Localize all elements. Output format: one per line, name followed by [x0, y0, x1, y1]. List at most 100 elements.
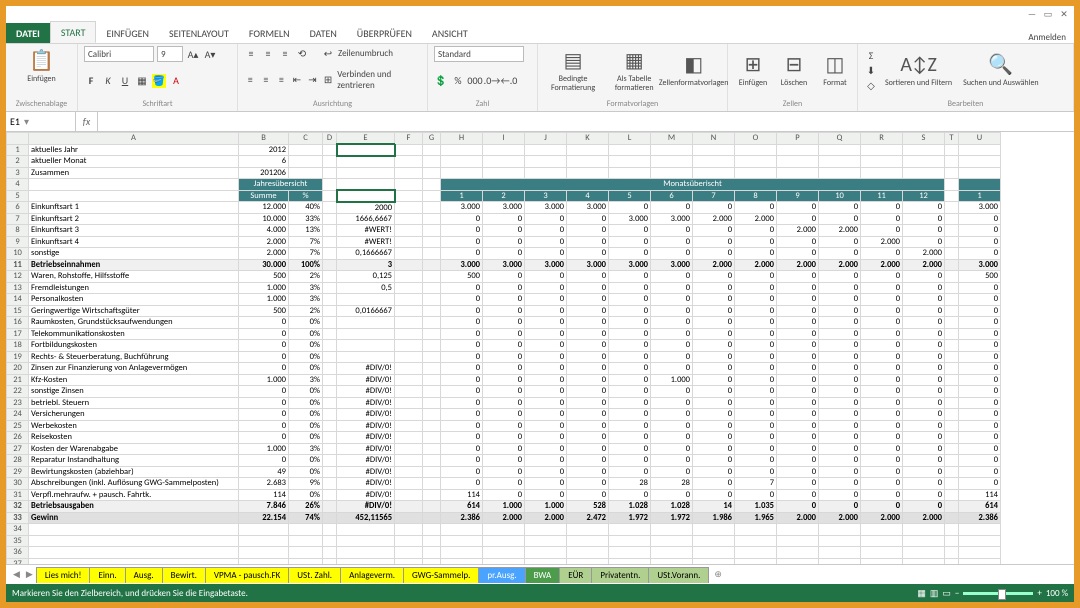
sheet-tab[interactable]: EÜR [559, 567, 592, 583]
row-header[interactable]: 30 [7, 478, 29, 490]
sort-filter-button[interactable]: A↕ZSortieren und Filtern [881, 51, 956, 90]
tab-view[interactable]: ANSICHT [422, 23, 478, 43]
col-header[interactable] [7, 133, 29, 145]
zoom-slider[interactable] [963, 592, 1033, 595]
view-break-button[interactable]: ▭ [942, 588, 951, 599]
cell[interactable]: Telekommunikationskosten [29, 328, 239, 340]
new-sheet-button[interactable]: ⊕ [708, 569, 728, 580]
sheet-tab[interactable]: pr.Ausg. [478, 567, 525, 583]
name-box[interactable]: E1▾ [6, 112, 76, 131]
col-header[interactable]: L [609, 133, 651, 145]
cell[interactable]: aktuelles Jahr [29, 144, 239, 156]
shrink-font-button[interactable]: A▾ [203, 47, 217, 61]
cell[interactable] [29, 535, 239, 547]
row-header[interactable]: 31 [7, 489, 29, 501]
cell[interactable]: Reparatur Instandhaltung [29, 455, 239, 467]
cell[interactable] [29, 524, 239, 536]
zoom-level[interactable]: 100 % [1046, 588, 1068, 599]
sheet-tab[interactable]: Bewirt. [162, 567, 206, 583]
sign-in-link[interactable]: Anmelden [1020, 32, 1074, 43]
row-header[interactable]: 18 [7, 340, 29, 352]
row-header[interactable]: 16 [7, 317, 29, 329]
row-header[interactable]: 2 [7, 156, 29, 168]
orientation-button[interactable]: ⟲ [295, 46, 309, 60]
col-header[interactable]: K [567, 133, 609, 145]
cell[interactable]: Betriebseinnahmen [29, 259, 239, 271]
col-header[interactable]: G [423, 133, 441, 145]
number-format-select[interactable]: Standard [434, 46, 524, 62]
clear-button[interactable]: ◇ [864, 78, 878, 92]
tab-start[interactable]: START [50, 21, 97, 43]
format-cells-button[interactable]: ◫Format [816, 50, 854, 90]
cell[interactable]: Fremdleistungen [29, 282, 239, 294]
col-header[interactable]: I [483, 133, 525, 145]
row-header[interactable]: 28 [7, 455, 29, 467]
cell[interactable]: sonstige Zinsen [29, 386, 239, 398]
row-header[interactable]: 26 [7, 432, 29, 444]
paste-button[interactable]: 📋 Einfügen [12, 46, 71, 86]
fx-button[interactable]: fx [76, 112, 98, 131]
font-color-button[interactable]: A [169, 74, 183, 88]
row-header[interactable]: 10 [7, 248, 29, 260]
cell[interactable] [29, 558, 239, 564]
sheet-tab[interactable]: USt. Zahl. [288, 567, 341, 583]
cell[interactable]: Verpfl.mehraufw. + pausch. Fahrtk. [29, 489, 239, 501]
align-top-button[interactable]: ≡ [244, 46, 258, 60]
row-header[interactable]: 21 [7, 374, 29, 386]
cell[interactable]: Zusammen [29, 167, 239, 179]
cell[interactable]: Versicherungen [29, 409, 239, 421]
row-header[interactable]: 35 [7, 535, 29, 547]
col-header[interactable]: O [735, 133, 777, 145]
col-header[interactable]: H [441, 133, 483, 145]
currency-button[interactable]: 💲 [434, 74, 448, 88]
comma-button[interactable]: 000 [468, 74, 482, 88]
sheet-nav-first[interactable]: ◀ [10, 569, 23, 580]
row-header[interactable]: 8 [7, 225, 29, 237]
cell[interactable]: Betriebsausgaben [29, 501, 239, 513]
fill-color-button[interactable]: 🪣 [152, 74, 166, 88]
tab-file[interactable]: DATEI [6, 23, 50, 43]
zoom-in-button[interactable]: + [1037, 588, 1041, 599]
row-header[interactable]: 24 [7, 409, 29, 421]
sheet-tab[interactable]: BWA [525, 567, 561, 583]
cell[interactable]: Einkunftsart 4 [29, 236, 239, 248]
fill-button[interactable]: ⬇ [864, 63, 878, 77]
border-button[interactable]: ▦ [135, 74, 149, 88]
align-left-button[interactable]: ≡ [244, 73, 257, 87]
col-header[interactable]: N [693, 133, 735, 145]
sheet-tab[interactable]: Ausg. [125, 567, 163, 583]
col-header[interactable]: S [903, 133, 945, 145]
row-header[interactable]: 25 [7, 420, 29, 432]
zoom-out-button[interactable]: − [955, 588, 959, 599]
row-header[interactable]: 33 [7, 512, 29, 524]
row-header[interactable]: 15 [7, 305, 29, 317]
find-select-button[interactable]: 🔍Suchen und Auswählen [959, 50, 1042, 90]
spreadsheet-grid[interactable]: ABCDEFGHIJKLMNOPQRSTU1aktuelles Jahr2012… [6, 132, 1074, 564]
tab-insert[interactable]: EINFÜGEN [96, 23, 159, 43]
row-header[interactable]: 32 [7, 501, 29, 513]
tab-data[interactable]: DATEN [300, 23, 347, 43]
row-header[interactable]: 29 [7, 466, 29, 478]
cell[interactable]: Kosten der Warenabgabe [29, 443, 239, 455]
row-header[interactable]: 14 [7, 294, 29, 306]
maximize-button[interactable]: ▭ [1041, 9, 1055, 20]
cell[interactable] [29, 190, 239, 202]
col-header[interactable]: B [239, 133, 289, 145]
cell[interactable]: Waren, Rohstoffe, Hilfsstoffe [29, 271, 239, 283]
row-header[interactable]: 3 [7, 167, 29, 179]
col-header[interactable]: D [323, 133, 337, 145]
conditional-formatting-button[interactable]: ▤Bedingte Formatierung [544, 46, 602, 95]
italic-button[interactable]: K [101, 74, 115, 88]
align-right-button[interactable]: ≡ [275, 73, 288, 87]
bold-button[interactable]: F [84, 74, 98, 88]
cell[interactable]: sonstige [29, 248, 239, 260]
percent-button[interactable]: % [451, 74, 465, 88]
cell[interactable]: Bewirtungskosten (abziehbar) [29, 466, 239, 478]
row-header[interactable]: 23 [7, 397, 29, 409]
format-as-table-button[interactable]: ▦Als Tabelle formatieren [605, 46, 663, 95]
cell[interactable]: Werbekosten [29, 420, 239, 432]
col-header[interactable]: Q [819, 133, 861, 145]
row-header[interactable]: 11 [7, 259, 29, 271]
row-header[interactable]: 5 [7, 190, 29, 202]
merge-button[interactable]: ⊞ [322, 73, 335, 87]
